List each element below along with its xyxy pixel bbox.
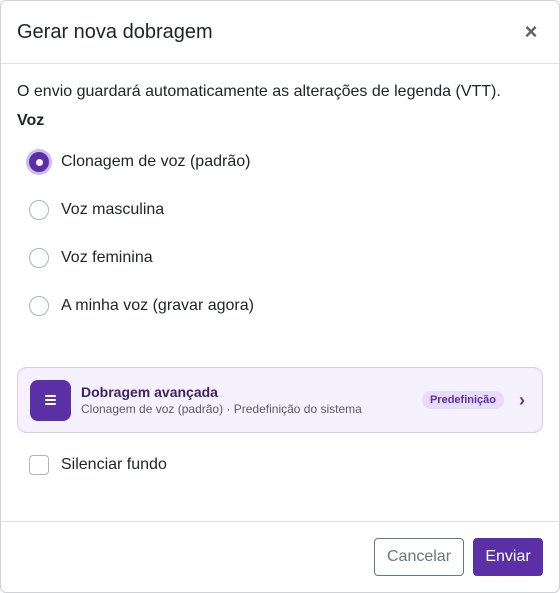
advanced-dubbing-text: Dobragem avançada Clonagem de voz (padrã… [81,383,422,417]
voice-option-my-voice[interactable]: A minha voz (gravar agora) [17,282,543,330]
close-icon[interactable]: × [519,19,543,44]
send-button[interactable]: Enviar [473,538,543,576]
dialog-header: Gerar nova dobragem × [1,1,559,64]
radio-button[interactable] [29,296,49,316]
generate-dub-dialog: Gerar nova dobragem × O envio guardará a… [0,0,560,593]
default-badge: Predefinição [421,391,504,409]
voice-option-female[interactable]: Voz feminina [17,234,543,282]
info-text: O envio guardará automaticamente as alte… [17,83,501,100]
mute-background-label: Silenciar fundo [61,456,167,473]
advanced-dubbing-subtitle: Clonagem de voz (padrão) · Predefinição … [81,402,362,416]
radio-button[interactable] [29,200,49,220]
dialog-title: Gerar nova dobragem [17,20,213,43]
list-icon [30,379,71,421]
mute-background-option[interactable]: Silenciar fundo [17,455,543,475]
voice-option-male[interactable]: Voz masculina [17,186,543,234]
advanced-dubbing-title: Dobragem avançada [81,384,218,400]
voice-option-label: Voz feminina [61,249,153,266]
advanced-dubbing-card[interactable]: Dobragem avançada Clonagem de voz (padrã… [17,367,543,433]
mute-background-checkbox[interactable] [29,455,49,475]
dialog-body: O envio guardará automaticamente as alte… [1,64,559,475]
radio-button[interactable] [29,152,49,172]
dialog-footer: Cancelar Enviar [1,521,559,592]
voice-section-label: Voz [17,112,45,129]
voice-options: Clonagem de voz (padrão) Voz masculina V… [17,138,543,330]
radio-button[interactable] [29,248,49,268]
chevron-right-icon[interactable]: › [514,390,530,411]
voice-option-label: Voz masculina [61,201,165,218]
voice-option-label: A minha voz (gravar agora) [61,297,254,314]
voice-option-clone[interactable]: Clonagem de voz (padrão) [17,138,543,186]
cancel-button[interactable]: Cancelar [374,538,464,576]
voice-option-label: Clonagem de voz (padrão) [61,153,251,170]
